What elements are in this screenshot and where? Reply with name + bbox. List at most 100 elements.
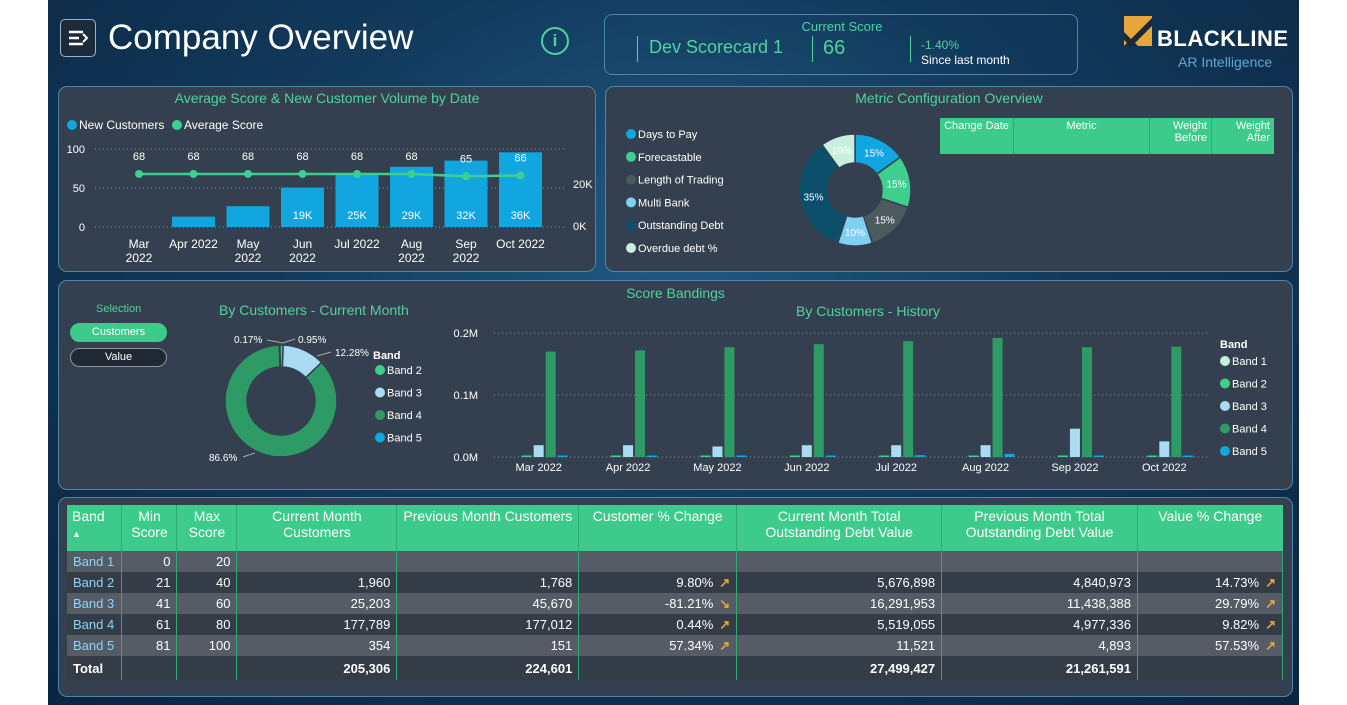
table-row[interactable]: Band 2 21 40 1,960 1,768 9.80% ↗ 5,676,898 4,840… [67,572,1283,593]
col-previous-debt[interactable]: Previous Month Total Outstanding Debt Va… [941,505,1138,551]
line-point[interactable] [189,169,198,178]
history-bar[interactable] [879,455,890,458]
legend-marker [626,174,636,185]
col-customer-change[interactable]: Customer % Change [578,505,738,551]
col-metric[interactable]: Metric [1014,118,1150,154]
line-point[interactable] [298,169,307,178]
slice-label: 15% [886,179,906,190]
line-label: 68 [242,151,254,163]
bar-new-customers[interactable] [172,216,215,227]
legend-marker [375,365,385,375]
table-cell: 25,203 [236,593,398,614]
x-tick: Sep [455,237,477,251]
line-point[interactable] [244,169,252,178]
info-icon[interactable]: i [541,27,569,55]
legend-marker [375,410,385,420]
x-tick: Apr 2022 [169,237,218,251]
history-bar[interactable] [724,347,735,457]
col-weight-after[interactable]: Weight After [1212,118,1274,154]
legend-label: Band 4 [387,410,422,422]
col-current-debt[interactable]: Current Month Total Outstanding Debt Val… [736,505,943,551]
history-bar[interactable] [891,445,902,457]
history-bar[interactable] [533,445,544,457]
history-bar[interactable] [557,455,568,458]
history-bar[interactable] [623,445,634,457]
history-bar[interactable] [1171,346,1182,457]
table-cell: 177,789 [236,614,398,635]
trend-up-icon: ↗ [1265,616,1276,632]
page-title: Company Overview [108,18,414,57]
total-cell [121,656,178,680]
history-bar[interactable] [915,455,926,457]
history-bar[interactable] [521,455,532,458]
total-cell [578,656,738,680]
line-point[interactable] [407,169,416,178]
y-right-tick: 20K [573,179,593,191]
table-cell: 29.79% ↗ [1137,593,1283,614]
history-bar[interactable] [968,455,979,458]
x-tick: Aug [401,237,422,251]
history-bar[interactable] [789,455,800,458]
legend-marker [626,220,636,231]
table-row[interactable]: Band 3 41 60 25,203 45,670 -81.21% ↘ 16,291,953… [67,593,1283,614]
bar-new-customers[interactable] [226,206,270,227]
history-bar[interactable] [611,455,622,458]
history-bar[interactable] [825,455,836,458]
history-bar[interactable] [980,445,991,457]
total-cell: 205,306 [236,656,398,680]
history-bar[interactable] [1147,455,1158,458]
col-min-score[interactable]: Min Score [121,505,178,551]
history-bar[interactable] [992,337,1003,457]
col-value-change[interactable]: Value % Change [1137,505,1283,551]
x-tick: Mar 2022 [515,462,561,474]
legend-label: Band 5 [1232,446,1267,458]
bands-table: Band ▲ Min Score Max Score Current Month … [67,505,1283,680]
history-bar[interactable] [736,455,747,458]
col-previous-customers[interactable]: Previous Month Customers [396,505,580,551]
history-bar[interactable] [545,351,556,457]
history-bar[interactable] [813,344,824,457]
slice-label: 0.95% [298,335,326,346]
history-bar[interactable] [700,455,711,458]
table-row[interactable]: Band 5 81 100 354 151 57.34% ↗ 11,521 4,893 57.53… [67,635,1283,656]
col-band[interactable]: Band ▲ [67,505,123,551]
line-label: 68 [351,151,363,163]
col-weight-before[interactable]: Weight Before [1150,118,1212,154]
history-bar[interactable] [647,455,658,458]
sort-asc-icon[interactable]: ▲ [72,529,81,539]
history-bar[interactable] [635,350,646,457]
legend-marker [1220,446,1230,456]
leader-line [282,338,296,344]
table-cell: 40 [176,572,238,593]
col-current-customers[interactable]: Current Month Customers [236,505,398,551]
legend-label: Band 4 [1232,424,1267,436]
table-cell: 11,521 [736,635,943,656]
history-bar[interactable] [1183,455,1194,458]
table-cell [578,551,738,572]
menu-button[interactable] [60,19,96,57]
history-bar[interactable] [1159,441,1170,457]
line-point[interactable] [353,169,361,178]
score-value: 66 [823,37,846,59]
history-bar[interactable] [1081,347,1092,457]
history-bar[interactable] [1069,428,1080,457]
table-cell [736,551,943,572]
line-point[interactable] [135,169,143,178]
history-bar[interactable] [1057,455,1068,458]
x-tick: Aug 2022 [962,462,1009,474]
legend-label: Band 3 [1232,401,1267,413]
y-left-tick: 50 [73,183,85,195]
history-bar[interactable] [903,341,914,457]
col-max-score[interactable]: Max Score [176,505,238,551]
col-change-date[interactable]: Change Date [940,118,1014,154]
history-bar[interactable] [712,446,723,457]
history-bar[interactable] [801,445,812,457]
history-bar[interactable] [1004,453,1015,457]
table-row[interactable]: Band 4 61 80 177,789 177,012 0.44% ↗ 5,519,055 4… [67,614,1283,635]
history-bar[interactable] [1093,455,1104,458]
table-row[interactable]: Band 1 0 20 [67,551,1283,572]
line-point[interactable] [462,172,470,181]
line-point[interactable] [516,171,525,180]
current-score-card: Current Score Dev Scorecard 1 66 -1.40% … [604,14,1078,75]
legend-average-score-marker [172,120,182,130]
